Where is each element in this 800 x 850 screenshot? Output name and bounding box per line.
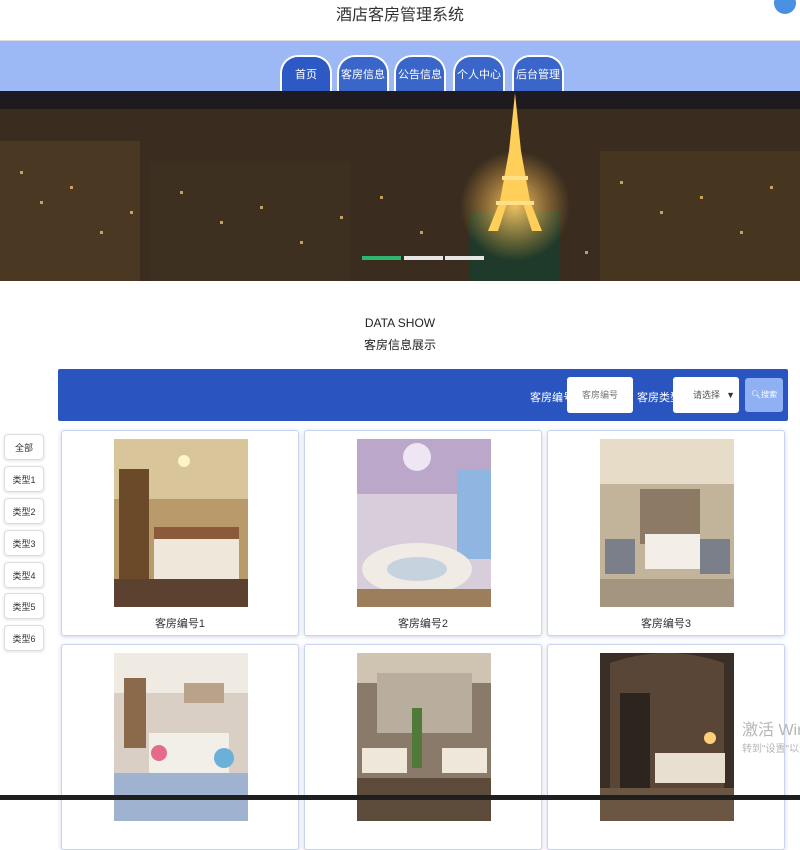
- chevron-down-icon: ▼: [726, 390, 735, 400]
- nav-tab-rooms[interactable]: 客房信息: [337, 55, 389, 91]
- room-card[interactable]: [61, 644, 299, 850]
- app-title: 酒店客房管理系统: [335, 7, 464, 24]
- category-type2[interactable]: 类型2: [4, 498, 44, 524]
- category-type1[interactable]: 类型1: [4, 466, 44, 492]
- carousel-dot-1[interactable]: [362, 256, 401, 260]
- room-caption: 客房编号1: [154, 618, 206, 630]
- room-photo: [357, 439, 491, 607]
- category-type6[interactable]: 类型6: [4, 625, 44, 651]
- room-type-select[interactable]: 请选择 ▼: [673, 377, 739, 413]
- search-bar: 客房编号 客房类型 请选择 ▼ 🔍︎搜索: [58, 369, 788, 421]
- carousel-dot-2[interactable]: [404, 256, 443, 260]
- room-number-input[interactable]: [567, 377, 633, 413]
- app-title-bar: 酒店客房管理系统: [0, 0, 800, 41]
- nav-tab-profile[interactable]: 个人中心: [453, 55, 505, 91]
- activation-watermark-title: 激活 Windo: [742, 722, 800, 739]
- nav-tab-home[interactable]: 首页: [280, 55, 332, 91]
- category-type4[interactable]: 类型4: [4, 562, 44, 588]
- room-caption: 客房编号2: [397, 618, 449, 630]
- category-all[interactable]: 全部: [4, 434, 44, 460]
- search-button-label: 搜索: [761, 390, 778, 399]
- search-icon: 🔍︎: [750, 390, 762, 399]
- room-photo: [600, 439, 734, 607]
- category-type3[interactable]: 类型3: [4, 530, 44, 556]
- room-type-selected: 请选择: [693, 390, 721, 400]
- nav-tab-notices[interactable]: 公告信息: [394, 55, 446, 91]
- activation-watermark-subtitle: 转到"设置"以激活: [742, 744, 800, 755]
- category-type5[interactable]: 类型5: [4, 593, 44, 619]
- hero-banner[interactable]: [0, 91, 800, 281]
- room-card[interactable]: [304, 644, 542, 850]
- main-nav: 首页 客房信息 公告信息 个人中心 后台管理: [0, 41, 800, 91]
- room-card[interactable]: 客房编号1: [61, 430, 299, 636]
- nav-tab-admin[interactable]: 后台管理: [512, 55, 564, 91]
- room-caption: 客房编号3: [640, 618, 692, 630]
- room-card[interactable]: 客房编号2: [304, 430, 542, 636]
- city-night-photo: [0, 91, 800, 281]
- taskbar-edge: [0, 795, 800, 800]
- section-title-en: DATA SHOW: [364, 316, 436, 330]
- room-photo: [114, 439, 248, 607]
- search-button[interactable]: 🔍︎搜索: [745, 378, 783, 412]
- carousel-dot-3[interactable]: [445, 256, 484, 260]
- section-title-cn: 客房信息展示: [363, 338, 436, 352]
- room-card[interactable]: 客房编号3: [547, 430, 785, 636]
